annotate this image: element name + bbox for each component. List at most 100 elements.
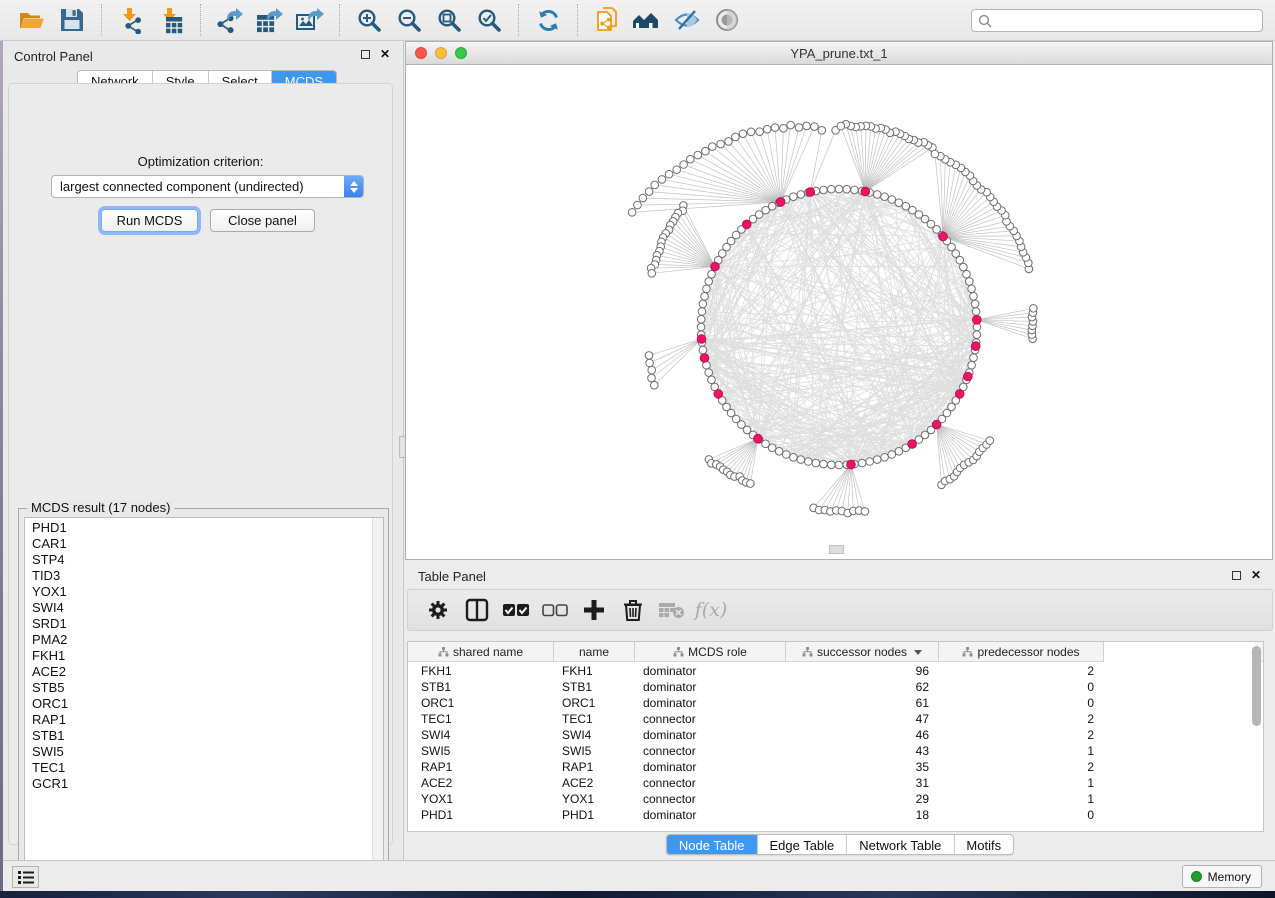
table-row[interactable]: SWI5SWI5connector431 — [408, 743, 1263, 759]
cell: ORC1 — [554, 695, 635, 711]
search-box[interactable] — [971, 9, 1263, 32]
table-row[interactable]: FKH1FKH1dominator962 — [408, 663, 1263, 679]
cell: STB1 — [408, 679, 554, 695]
mcds-result-item[interactable]: ACE2 — [25, 664, 383, 680]
table-row[interactable]: TEC1TEC1connector472 — [408, 711, 1263, 727]
mcds-result-item[interactable]: CAR1 — [25, 536, 383, 552]
cell: SWI4 — [408, 727, 554, 743]
mcds-tab-content: Optimization criterion: largest connecte… — [8, 83, 393, 845]
mcds-result-item[interactable]: SRD1 — [25, 616, 383, 632]
export-network-icon[interactable] — [215, 5, 245, 35]
cell: 1 — [939, 743, 1104, 759]
column-header-filler — [1104, 642, 1255, 662]
zoom-selected-icon[interactable] — [474, 5, 504, 35]
column-header-shared-name[interactable]: shared name — [408, 642, 554, 662]
table-row[interactable]: RAP1RAP1dominator352 — [408, 759, 1263, 775]
import-table-icon[interactable] — [156, 5, 186, 35]
column-header-predecessor-nodes[interactable]: predecessor nodes — [939, 642, 1104, 662]
cell: 0 — [939, 679, 1104, 695]
export-table-icon[interactable] — [255, 5, 285, 35]
horizontal-splitter-handle[interactable] — [829, 545, 844, 554]
tab-network-table[interactable]: Network Table — [847, 835, 954, 854]
node-table-scrollbar[interactable] — [1252, 644, 1261, 829]
new-network-from-selection-icon[interactable] — [592, 5, 622, 35]
mcds-result-item[interactable]: FKH1 — [25, 648, 383, 664]
cell: SWI5 — [554, 743, 635, 759]
hide-selected-icon[interactable] — [672, 5, 702, 35]
memory-button-label: Memory — [1208, 870, 1251, 884]
zoom-out-icon[interactable] — [394, 5, 424, 35]
float-table-panel-icon[interactable] — [1232, 571, 1241, 580]
show-hidden-icon[interactable] — [712, 5, 742, 35]
mcds-result-item[interactable]: RAP1 — [25, 712, 383, 728]
close-panel-icon[interactable]: ✕ — [380, 49, 390, 59]
mcds-result-item[interactable]: PHD1 — [25, 520, 383, 536]
cell: connector — [635, 775, 786, 791]
table-row[interactable]: ACE2ACE2connector311 — [408, 775, 1263, 791]
network-view-window: YPA_prune.txt_1 — [405, 41, 1273, 560]
mcds-result-item[interactable]: SWI5 — [25, 744, 383, 760]
desktop-wallpaper-bottom — [0, 891, 1275, 898]
run-mcds-button[interactable]: Run MCDS — [101, 209, 198, 232]
mcds-result-item[interactable]: PMA2 — [25, 632, 383, 648]
mcds-result-item[interactable]: YOX1 — [25, 584, 383, 600]
settings-gear-icon[interactable] — [424, 596, 452, 624]
tab-node-table[interactable]: Node Table — [667, 835, 758, 854]
save-icon[interactable] — [57, 5, 87, 35]
mcds-result-item[interactable]: SWI4 — [25, 600, 383, 616]
table-row[interactable]: PHD1PHD1dominator180 — [408, 807, 1263, 823]
delete-icon[interactable] — [619, 596, 647, 624]
column-header-successor-nodes[interactable]: successor nodes — [786, 642, 939, 662]
network-window-titlebar[interactable]: YPA_prune.txt_1 — [406, 42, 1272, 65]
scrollbar-thumb[interactable] — [1252, 646, 1261, 726]
table-row[interactable]: ORC1ORC1dominator610 — [408, 695, 1263, 711]
search-input[interactable] — [992, 11, 1262, 30]
tab-edge-table[interactable]: Edge Table — [757, 835, 847, 854]
network-canvas[interactable] — [406, 65, 1272, 559]
close-table-panel-icon[interactable]: ✕ — [1251, 570, 1261, 580]
columns-icon[interactable] — [463, 596, 491, 624]
export-image-icon[interactable] — [295, 5, 325, 35]
mcds-result-item[interactable]: STP4 — [25, 552, 383, 568]
table-row[interactable]: SWI4SWI4dominator462 — [408, 727, 1263, 743]
close-panel-button[interactable]: Close panel — [210, 209, 315, 232]
table-row[interactable]: YOX1YOX1connector291 — [408, 791, 1263, 807]
mcds-result-item[interactable]: ORC1 — [25, 696, 383, 712]
mcds-result-item[interactable]: STB5 — [25, 680, 383, 696]
mcds-result-item[interactable]: TID3 — [25, 568, 383, 584]
import-network-icon[interactable] — [116, 5, 146, 35]
memory-status-icon — [1191, 871, 1202, 882]
attribute-tree-icon — [802, 647, 813, 657]
mcds-result-list[interactable]: PHD1CAR1STP4TID3YOX1SWI4SRD1PMA2FKH1ACE2… — [24, 517, 384, 872]
cell: dominator — [635, 727, 786, 743]
refresh-icon[interactable] — [533, 5, 563, 35]
zoom-in-icon[interactable] — [354, 5, 384, 35]
network-graph[interactable] — [406, 65, 1272, 559]
column-header-MCDS-role[interactable]: MCDS role — [635, 642, 786, 662]
list-icon — [18, 871, 34, 884]
open-folder-icon[interactable] — [17, 5, 47, 35]
tab-motifs[interactable]: Motifs — [954, 835, 1013, 854]
deselect-all-icon[interactable] — [541, 596, 569, 624]
function-fx-icon: f(x) — [697, 596, 725, 624]
memory-button[interactable]: Memory — [1182, 865, 1262, 888]
mcds-result-item[interactable]: TEC1 — [25, 760, 383, 776]
float-panel-icon[interactable] — [361, 50, 370, 59]
select-all-icon[interactable] — [502, 596, 530, 624]
table-row[interactable]: STB1STB1dominator620 — [408, 679, 1263, 695]
automation-panel-button[interactable] — [12, 866, 39, 888]
optimization-criterion-select[interactable]: largest connected component (undirected) — [51, 175, 364, 198]
add-column-icon[interactable] — [580, 596, 608, 624]
cell: PHD1 — [408, 807, 554, 823]
mcds-list-scrollbar[interactable] — [372, 518, 383, 871]
mcds-result-item[interactable]: STB1 — [25, 728, 383, 744]
cell: TEC1 — [408, 711, 554, 727]
column-header-name[interactable]: name — [554, 642, 635, 662]
node-table-header: shared namenameMCDS rolesuccessor nodesp… — [408, 642, 1263, 662]
cell: ORC1 — [408, 695, 554, 711]
node-table: shared namenameMCDS rolesuccessor nodesp… — [407, 641, 1264, 832]
cell: dominator — [635, 663, 786, 679]
mcds-result-item[interactable]: GCR1 — [25, 776, 383, 792]
zoom-fit-icon[interactable] — [434, 5, 464, 35]
show-all-icon[interactable] — [632, 5, 662, 35]
